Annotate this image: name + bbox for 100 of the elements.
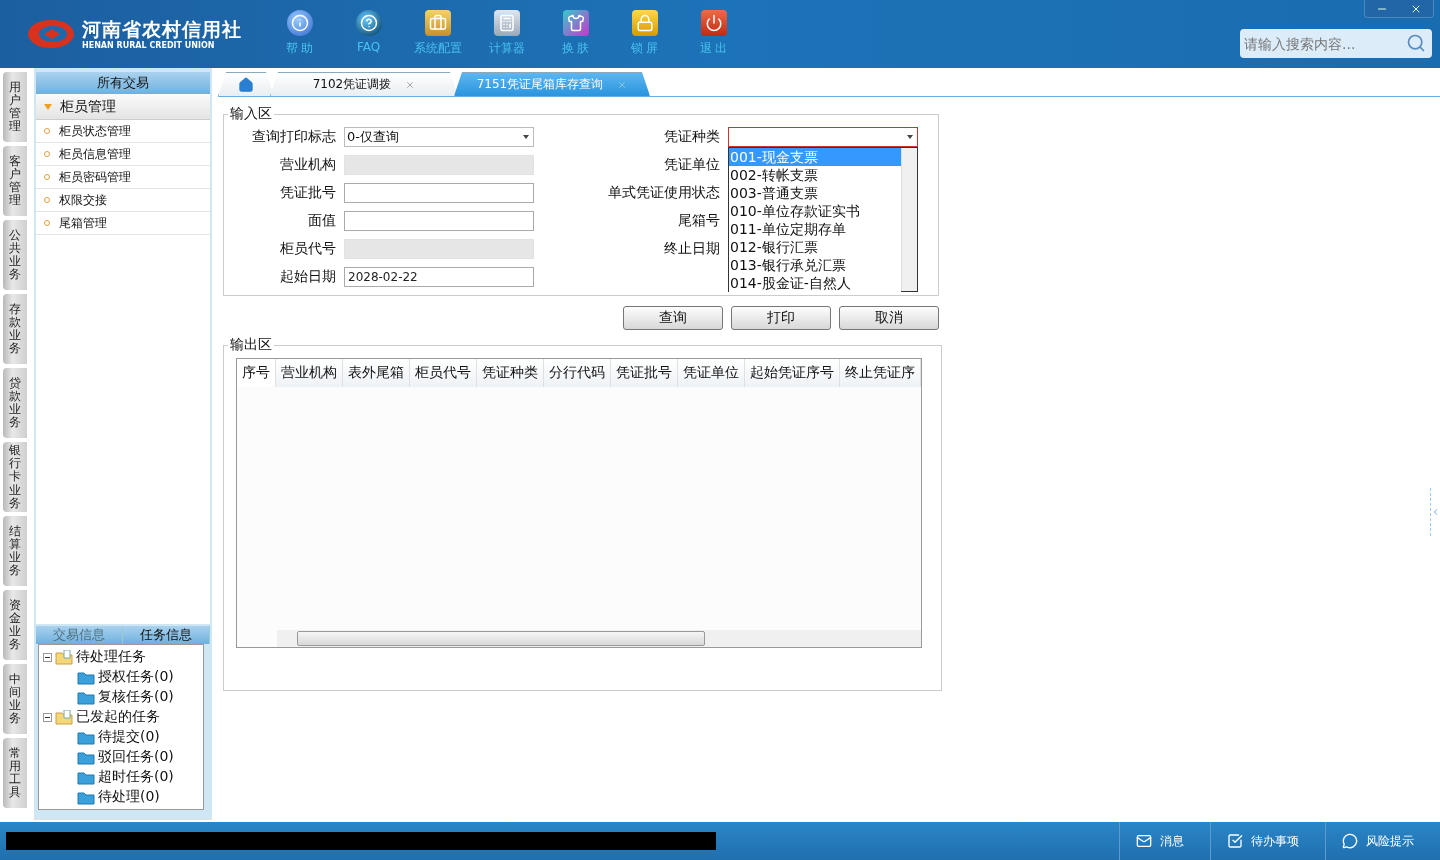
field-label: 起始日期 [279, 268, 336, 286]
input-field[interactable] [344, 183, 534, 203]
logo-icon [26, 17, 76, 51]
folder-icon [77, 769, 95, 785]
menu-item[interactable]: 柜员密码管理 [36, 166, 210, 189]
field-label: 凭证单位 [663, 156, 720, 174]
field-label: 凭证种类 [663, 128, 720, 146]
info-icon [286, 10, 313, 36]
status-button[interactable]: 待办事项 [1210, 822, 1325, 860]
column-header[interactable]: 凭证批号 [611, 359, 678, 387]
logo-subtitle: HENAN RURAL CREDIT UNION [82, 39, 216, 51]
field-label: 柜员代号 [279, 240, 336, 258]
side-tab[interactable]: 银行卡业务 [3, 442, 27, 512]
side-tab[interactable]: 贷款业务 [3, 368, 27, 438]
menu-item[interactable]: 柜员信息管理 [36, 143, 210, 166]
field-label: 单式凭证使用状态 [607, 184, 720, 202]
field-label: 面值 [307, 212, 336, 230]
collapse-handle[interactable] [1430, 488, 1440, 536]
column-header[interactable]: 表外尾箱 [343, 359, 410, 387]
field-label: 凭证批号 [279, 184, 336, 202]
mail-icon [1136, 833, 1152, 849]
side-tab[interactable]: 中间业务 [3, 664, 27, 734]
folder-icon [55, 649, 73, 665]
panel-title: 所有交易 [36, 72, 210, 94]
caret-icon [907, 135, 913, 139]
tree-node[interactable]: 超时任务(0) [98, 768, 174, 786]
caret-icon [44, 103, 52, 110]
toolbox-icon [424, 10, 451, 36]
tree-node[interactable]: 待处理(0) [98, 788, 160, 806]
menu-item-label: 柜员密码管理 [59, 168, 131, 186]
menu-group-label: 柜员管理 [60, 97, 116, 116]
side-tab[interactable]: 结算业务 [3, 516, 27, 586]
action-button[interactable]: 取消 [839, 306, 939, 330]
side-tab[interactable]: 存款业务 [3, 294, 27, 364]
side-tab[interactable]: 公共业务 [3, 220, 27, 290]
side-tab[interactable]: 客户管理 [3, 146, 27, 216]
menu-item-label: 柜员信息管理 [59, 145, 131, 163]
shirt-icon [562, 10, 589, 36]
column-header[interactable]: 分行代码 [544, 359, 611, 387]
side-tab[interactable]: 常用工具 [3, 738, 27, 808]
menu-item[interactable]: 柜员状态管理 [36, 120, 210, 143]
menu-item-label: 权限交接 [59, 191, 107, 209]
status-button[interactable]: 风险提示 [1325, 822, 1440, 860]
tree-node[interactable]: 待提交(0) [98, 728, 160, 746]
side-tab[interactable]: 资金业务 [3, 590, 27, 660]
menu-item[interactable]: 尾箱管理 [36, 212, 210, 235]
action-button[interactable]: 打印 [731, 306, 831, 330]
tree-node[interactable]: 待处理任务 [76, 648, 146, 666]
power-icon [700, 10, 727, 36]
status-button[interactable]: 消息 [1119, 822, 1210, 860]
help-icon [355, 10, 382, 36]
column-header[interactable]: 凭证单位 [678, 359, 745, 387]
section-title: 输出区 [229, 336, 273, 354]
menu-item-label: 柜员状态管理 [59, 122, 131, 140]
folder-icon [77, 689, 95, 705]
chat-icon [1342, 833, 1358, 849]
lock-icon [631, 10, 658, 36]
column-header[interactable]: 营业机构 [276, 359, 343, 387]
folder-icon [77, 749, 95, 765]
tree-node[interactable]: 驳回任务(0) [98, 748, 174, 766]
input-field[interactable] [344, 211, 534, 231]
scrollbar[interactable] [901, 148, 917, 291]
menu-group[interactable]: 柜员管理 [36, 94, 210, 120]
tree-node[interactable]: 授权任务(0) [98, 668, 174, 686]
tab-label: 7151凭证尾箱库存查询 [476, 76, 604, 93]
column-header[interactable]: 柜员代号 [410, 359, 477, 387]
scrollbar[interactable] [277, 630, 921, 647]
search-icon[interactable] [1406, 33, 1426, 53]
home-tab[interactable] [218, 72, 274, 96]
logo-title: 河南省农村信用社 [82, 17, 242, 40]
side-tab[interactable]: 用户管理 [3, 72, 27, 142]
calculator-icon [493, 10, 520, 36]
tree-node[interactable]: 复核任务(0) [98, 688, 174, 706]
field-label: 终止日期 [663, 240, 720, 258]
action-button[interactable]: 查询 [623, 306, 723, 330]
folder-icon [77, 789, 95, 805]
column-header[interactable]: 起始凭证序号 [745, 359, 840, 387]
menu-item-label: 尾箱管理 [59, 214, 107, 232]
field-label: 营业机构 [279, 156, 336, 174]
section-title: 输入区 [229, 105, 273, 123]
close-icon[interactable] [405, 79, 416, 90]
tab-label: 7102凭证调拨 [312, 76, 392, 93]
search-field[interactable]: 请输入搜索内容... [1240, 29, 1432, 58]
caret-icon [523, 135, 529, 139]
column-header[interactable]: 终止凭证序 [840, 359, 921, 387]
collapse-icon[interactable] [43, 652, 52, 662]
input-field[interactable]: 2028-02-22 [344, 267, 534, 287]
tree-node[interactable]: 已发起的任务 [76, 708, 160, 726]
home-icon [238, 76, 254, 93]
folder-icon [77, 669, 95, 685]
page-tab[interactable]: 7102凭证调拨 [270, 72, 458, 96]
folder-icon [55, 709, 73, 725]
menu-item[interactable]: 权限交接 [36, 189, 210, 212]
collapse-icon[interactable] [43, 712, 52, 722]
checkbox-icon [1227, 833, 1243, 849]
folder-icon [77, 729, 95, 745]
column-header[interactable]: 凭证种类 [477, 359, 544, 387]
select-field[interactable]: 0-仅查询 [344, 127, 534, 147]
dropdown-option[interactable]: 014-股金证-自然人 [729, 274, 901, 292]
close-icon[interactable] [617, 79, 628, 90]
